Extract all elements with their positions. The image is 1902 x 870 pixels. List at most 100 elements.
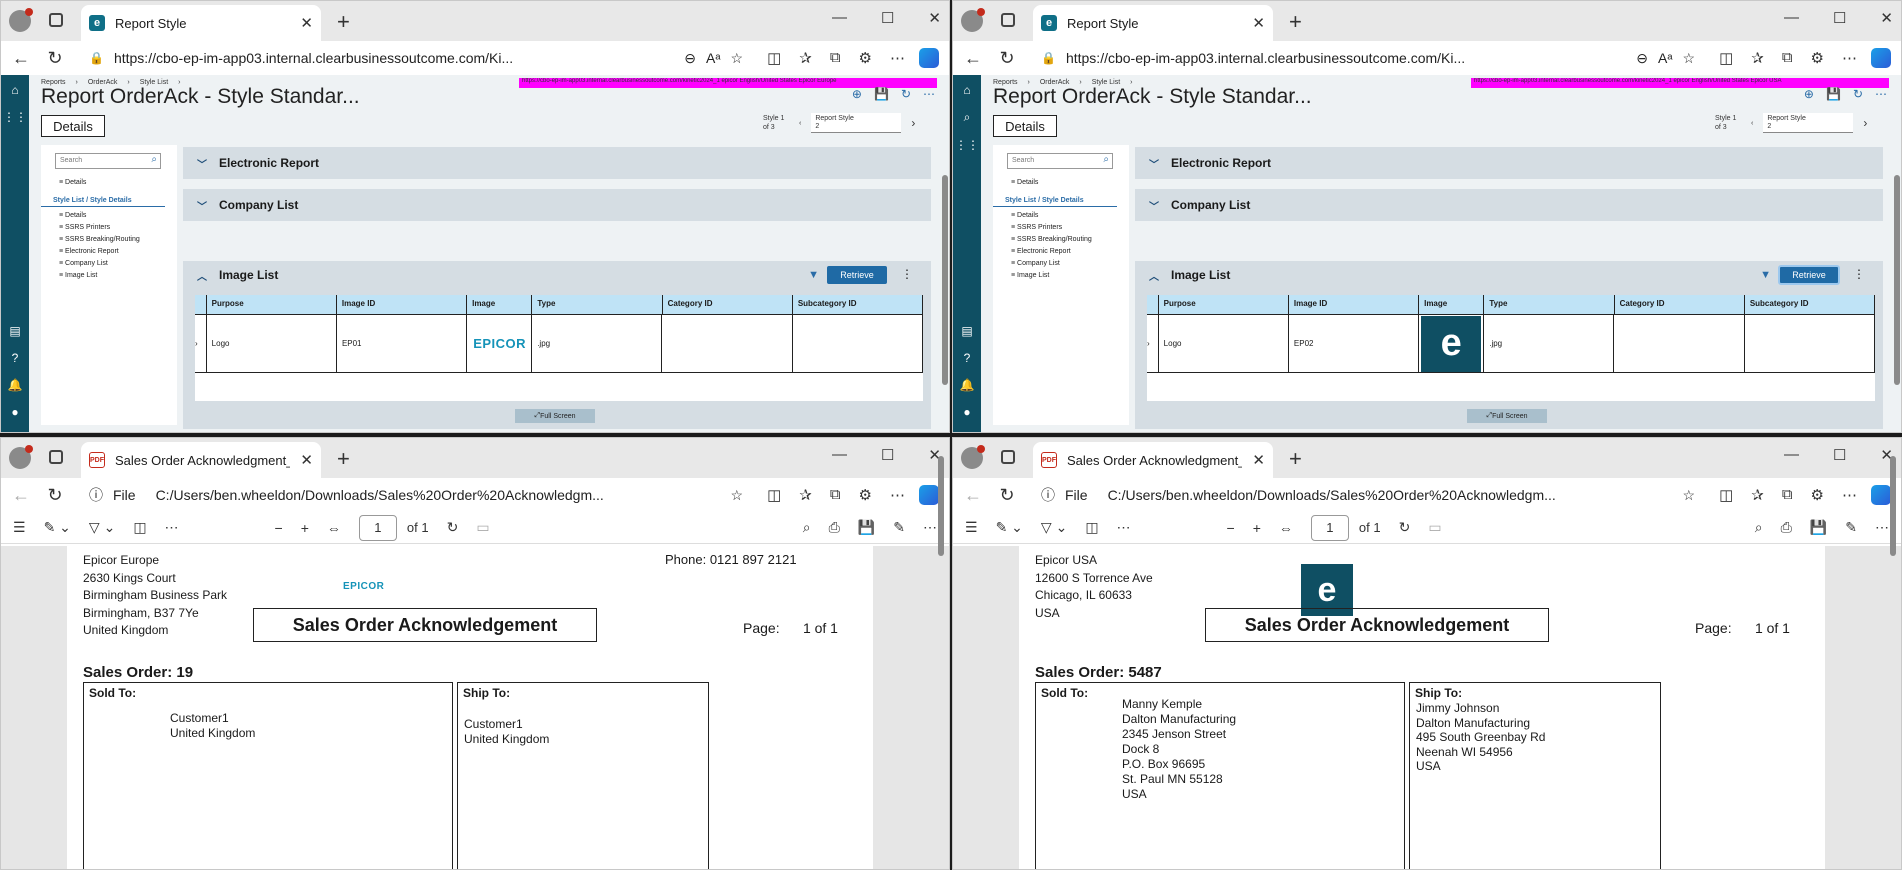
next-style-icon[interactable]: ›: [911, 116, 915, 130]
save-as-icon[interactable]: ✎: [893, 519, 905, 536]
col-header[interactable]: Image ID: [336, 295, 468, 315]
refresh-icon[interactable]: ↻: [997, 48, 1017, 69]
tree-item[interactable]: Details: [41, 210, 177, 222]
collections-icon[interactable]: ⧉: [1782, 486, 1793, 504]
panel-electronic-report[interactable]: ﹀ Electronic Report: [1135, 147, 1883, 179]
address-bar[interactable]: ⓘ File C:/Users/ben.wheeldon/Downloads/S…: [79, 481, 754, 509]
new-tab-icon[interactable]: +: [1289, 446, 1302, 472]
col-header[interactable]: Purpose: [206, 295, 337, 315]
favorite-star-icon[interactable]: ☆: [1683, 50, 1696, 67]
split-screen-icon[interactable]: ◫: [1719, 49, 1733, 67]
favorite-star-icon[interactable]: ☆: [1683, 487, 1696, 504]
draw-icon[interactable]: ✎ ⌄: [44, 519, 71, 536]
chat-icon[interactable]: ▤: [9, 324, 20, 338]
tree-item[interactable]: Company List: [41, 258, 177, 270]
maximize-icon[interactable]: ☐: [881, 446, 894, 464]
read-aloud-icon[interactable]: Aᵃ: [1658, 50, 1673, 66]
add-icon[interactable]: ⊕: [852, 87, 862, 101]
fit-page-icon[interactable]: ⇔: [1279, 520, 1293, 536]
tab-sales-order-pdf[interactable]: PDF Sales Order Acknowledgment_42... ✕: [1033, 442, 1273, 478]
new-tab-icon[interactable]: +: [337, 9, 350, 35]
tab-actions-icon[interactable]: [49, 13, 63, 27]
extensions-icon[interactable]: ⚙: [1811, 49, 1824, 67]
chevron-up-icon[interactable]: ︿: [197, 268, 207, 283]
profile-avatar[interactable]: [9, 8, 33, 32]
tab-actions-icon[interactable]: [49, 450, 63, 464]
tree-item[interactable]: SSRS Breaking/Routing: [41, 234, 177, 246]
close-tab-icon[interactable]: ✕: [300, 14, 313, 32]
refresh-data-icon[interactable]: ↻: [1853, 87, 1863, 101]
zoom-in-icon[interactable]: +: [301, 520, 309, 536]
favorites-icon[interactable]: ✰: [799, 486, 812, 504]
rotate-icon[interactable]: ↻: [447, 519, 459, 536]
back-icon[interactable]: ←: [11, 485, 31, 506]
apps-grid-icon[interactable]: ⋮⋮: [955, 138, 979, 152]
tree-item[interactable]: Electronic Report: [41, 246, 177, 258]
overflow-icon[interactable]: ⋯: [1875, 87, 1887, 101]
close-tab-icon[interactable]: ✕: [1252, 14, 1265, 32]
lock-icon[interactable]: 🔒: [89, 51, 104, 65]
col-header[interactable]: Type: [1484, 295, 1615, 315]
more-tools-icon[interactable]: ⋯: [165, 519, 179, 536]
tab-report-style[interactable]: e Report Style ✕: [81, 5, 321, 41]
col-header[interactable]: Category ID: [662, 295, 793, 315]
tree-item-style-list[interactable]: Style List / Style Details: [993, 195, 1117, 207]
minimize-icon[interactable]: —: [832, 446, 847, 464]
chevron-up-icon[interactable]: ︿: [1149, 268, 1159, 283]
scrollbar[interactable]: [937, 442, 945, 758]
full-screen-button[interactable]: ⤢ Full Screen: [515, 409, 595, 423]
zoom-icon[interactable]: ⊖: [1636, 50, 1648, 67]
contents-icon[interactable]: ☰: [13, 519, 26, 536]
col-header[interactable]: Image: [467, 295, 533, 315]
report-style-select[interactable]: Report Style 2: [1763, 113, 1854, 133]
read-aloud-icon[interactable]: Aᵃ: [706, 50, 721, 66]
save-icon[interactable]: 💾: [858, 519, 875, 536]
close-window-icon[interactable]: ✕: [928, 9, 941, 27]
more-menu-icon[interactable]: ⋯: [1842, 486, 1857, 504]
split-screen-icon[interactable]: ◫: [1719, 486, 1733, 504]
text-icon[interactable]: ◫: [1085, 519, 1098, 536]
refresh-data-icon[interactable]: ↻: [901, 87, 911, 101]
tab-sales-order-pdf[interactable]: PDF Sales Order Acknowledgment_42... ✕: [81, 442, 321, 478]
minimize-icon[interactable]: —: [1784, 9, 1799, 27]
col-header[interactable]: Purpose: [1158, 295, 1289, 315]
tab-actions-icon[interactable]: [1001, 13, 1015, 27]
copilot-icon[interactable]: [1871, 48, 1891, 68]
favorite-star-icon[interactable]: ☆: [731, 50, 744, 67]
panel-menu-icon[interactable]: ⋮: [901, 267, 913, 281]
more-icon[interactable]: ⋯: [1875, 519, 1889, 536]
prev-style-icon[interactable]: ‹: [1751, 120, 1753, 127]
col-header[interactable]: Image ID: [1288, 295, 1420, 315]
profile-avatar[interactable]: [961, 445, 985, 469]
retrieve-button[interactable]: Retrieve: [1778, 265, 1840, 285]
text-icon[interactable]: ◫: [133, 519, 146, 536]
tree-search-input[interactable]: Search: [1007, 153, 1113, 169]
close-tab-icon[interactable]: ✕: [1252, 451, 1265, 469]
rotate-icon[interactable]: ↻: [1399, 519, 1411, 536]
panel-company-list[interactable]: ﹀ Company List: [183, 189, 931, 221]
scrollbar[interactable]: [941, 155, 949, 425]
tab-actions-icon[interactable]: [1001, 450, 1015, 464]
favorites-icon[interactable]: ✰: [799, 49, 812, 67]
tree-item[interactable]: Company List: [993, 258, 1129, 270]
scrollbar[interactable]: [1893, 155, 1901, 425]
print-icon[interactable]: ⎙: [1781, 519, 1792, 536]
user-icon[interactable]: ●: [963, 405, 970, 419]
apps-grid-icon[interactable]: ⋮⋮: [3, 110, 27, 124]
tree-item[interactable]: SSRS Breaking/Routing: [993, 234, 1129, 246]
tree-item[interactable]: SSRS Printers: [993, 222, 1129, 234]
bell-icon[interactable]: 🔔: [8, 378, 23, 392]
refresh-icon[interactable]: ↻: [45, 485, 65, 506]
more-menu-icon[interactable]: ⋯: [890, 49, 905, 67]
save-icon[interactable]: 💾: [1810, 519, 1827, 536]
retrieve-button[interactable]: Retrieve: [827, 266, 887, 284]
address-bar[interactable]: 🔒 https://cbo-ep-im-app03.internal.clear…: [1031, 44, 1706, 72]
full-screen-button[interactable]: ⤢ Full Screen: [1467, 409, 1547, 423]
col-header[interactable]: Subcategory ID: [792, 295, 923, 315]
zoom-out-icon[interactable]: −: [1227, 520, 1235, 536]
home-icon[interactable]: ⌂: [11, 83, 18, 97]
page-number-input[interactable]: 1: [358, 514, 397, 541]
more-icon[interactable]: ⋯: [923, 519, 937, 536]
copilot-icon[interactable]: [919, 485, 939, 505]
col-header[interactable]: Category ID: [1614, 295, 1745, 315]
